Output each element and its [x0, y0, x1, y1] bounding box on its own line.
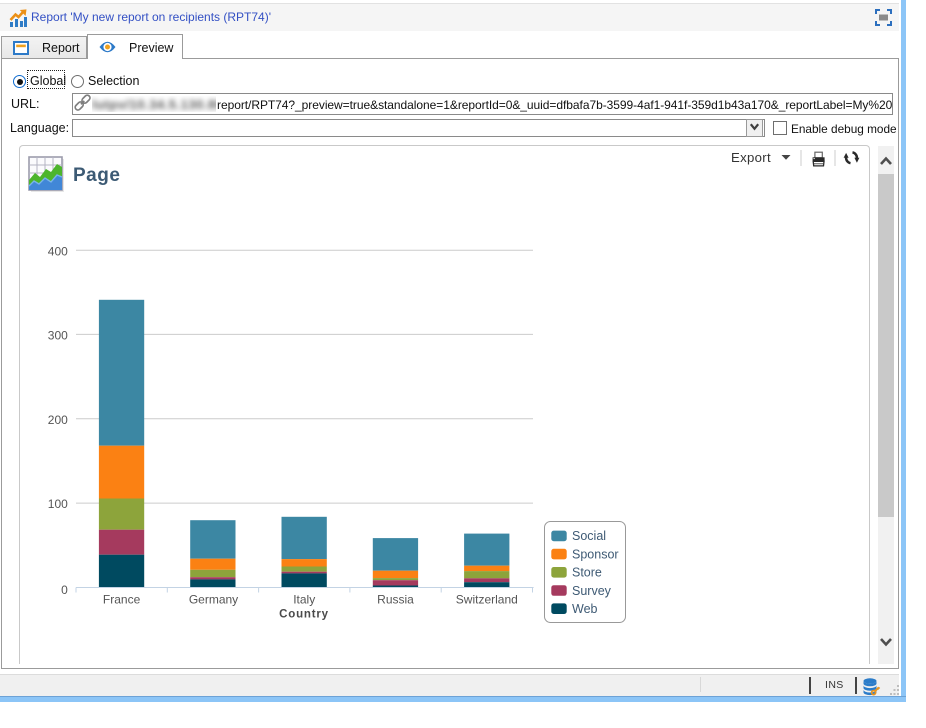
svg-text:300: 300	[48, 329, 68, 343]
svg-text:Store: Store	[572, 566, 602, 580]
svg-text:200: 200	[48, 413, 68, 427]
svg-text:100: 100	[48, 497, 68, 511]
svg-text:Web: Web	[572, 602, 598, 616]
svg-text:Export: Export	[731, 150, 771, 165]
svg-text:Social: Social	[572, 529, 606, 543]
svg-text:Germany: Germany	[189, 592, 238, 606]
svg-text:Survey: Survey	[572, 584, 612, 598]
svg-text:Italy: Italy	[293, 592, 315, 606]
svg-text:Switzerland: Switzerland	[456, 592, 518, 606]
svg-text:0: 0	[61, 583, 68, 597]
svg-text:Sponsor: Sponsor	[572, 547, 619, 561]
svg-text:Page: Page	[73, 165, 120, 186]
svg-text:France: France	[103, 592, 141, 606]
svg-text:400: 400	[48, 244, 68, 258]
svg-text:Russia: Russia	[377, 592, 414, 606]
svg-text:Country: Country	[279, 609, 329, 621]
